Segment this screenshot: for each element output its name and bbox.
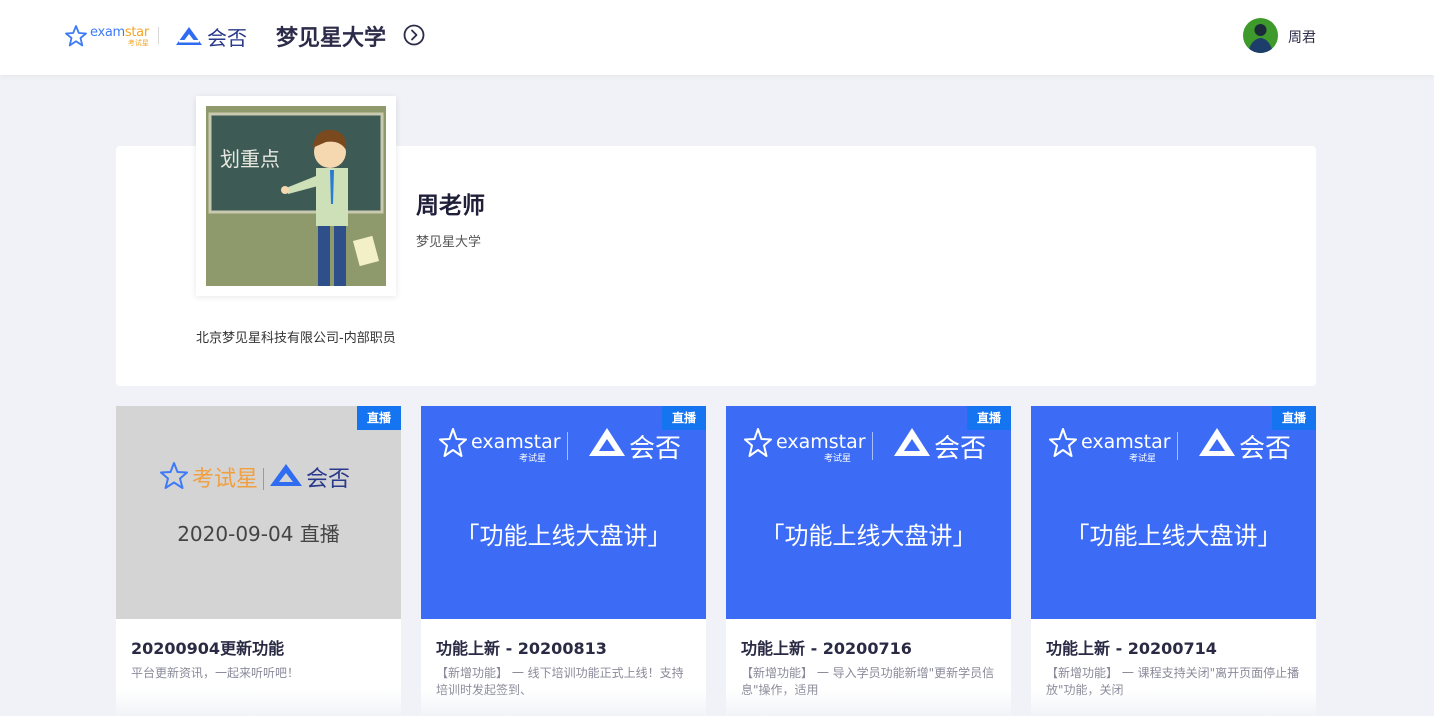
thumb-brand-logos: 考试星 会否	[160, 458, 360, 498]
thumb-headline: 「功能上线大盘讲」	[1065, 522, 1282, 550]
teacher-photo-frame: 划重点	[196, 96, 396, 296]
thumb-brand-en: examstar	[1081, 431, 1171, 453]
course-thumbnail[interactable]: examstar 考试星 会否 「功能上线大盘讲」	[1031, 406, 1316, 619]
thumb-brand-cn: 考试星	[824, 452, 851, 464]
thumb-partner: 会否	[629, 434, 681, 464]
course-description: 平台更新资讯，一起来听听吧！	[131, 666, 300, 680]
course-description: 【新增功能】 一 导入学员功能新增"更新学员信息"操作，适用	[741, 666, 995, 697]
course-title[interactable]: 功能上新 - 20200716	[741, 635, 912, 659]
live-badge: 直播	[967, 406, 1011, 430]
course-title[interactable]: 功能上新 - 20200714	[1046, 635, 1217, 659]
thumb-logos-graphic: 考试星 会否	[160, 462, 350, 492]
course-card[interactable]: examstar 考试星 会否 「功能上线大盘讲」 直播 功能上新 - 2020…	[421, 406, 706, 716]
thumb-headline: 「功能上线大盘讲」	[760, 522, 977, 550]
course-thumbnail[interactable]: 考试星 会否 2020-09-04 直播	[116, 406, 401, 619]
thumb-headline: 「功能上线大盘讲」	[455, 522, 672, 550]
thumb-partner: 会否	[306, 467, 350, 492]
huifou-logo[interactable]: 会否	[175, 22, 247, 50]
course-thumbnail[interactable]: examstar 考试星 会否 「功能上线大盘讲」	[421, 406, 706, 619]
university-title[interactable]: 梦见星大学	[276, 20, 386, 52]
teacher-organization: 梦见星大学	[416, 235, 482, 250]
thumb-partner: 会否	[934, 434, 986, 464]
chevron-right-circle-icon[interactable]	[403, 24, 425, 46]
thumb-partner: 会否	[1239, 434, 1291, 464]
thumb-brand-cn: 考试星	[519, 452, 546, 464]
logo-divider	[158, 27, 159, 44]
avatar[interactable]	[1243, 18, 1278, 53]
user-name[interactable]: 周君	[1288, 27, 1316, 47]
brand-en-part1: exam	[90, 24, 125, 40]
course-card[interactable]: examstar 考试星 会否 「功能上线大盘讲」 直播 功能上新 - 2020…	[1031, 406, 1316, 716]
live-badge: 直播	[1272, 406, 1316, 430]
thumb-brand-logos: examstar 考试星 会否	[1049, 428, 1291, 464]
course-title[interactable]: 20200904更新功能	[131, 635, 284, 659]
teacher-photo: 划重点	[206, 106, 386, 286]
thumb-brand-logos: examstar 考试星 会否	[744, 428, 986, 464]
brand-cn-small: 考试星	[127, 38, 149, 47]
thumb-brand-cn: 考试星	[1129, 452, 1156, 464]
course-description: 【新增功能】 一 线下培训功能正式上线！支持培训时发起签到、	[436, 666, 684, 697]
thumb-brand-en: examstar	[471, 431, 561, 453]
live-badge: 直播	[357, 406, 401, 430]
user-avatar-image	[1243, 18, 1278, 53]
course-thumbnail[interactable]: examstar 考试星 会否 「功能上线大盘讲」	[726, 406, 1011, 619]
teacher-description: 北京梦见星科技有限公司-内部职员	[196, 331, 396, 346]
thumb-brand-cn: 考试星	[192, 467, 258, 492]
brand-en-part2: star	[124, 24, 149, 40]
star-logo-icon	[65, 25, 87, 47]
partner-brand-text: 会否	[207, 25, 247, 50]
thumb-date-text: 2020-09-04 直播	[177, 522, 340, 546]
thumb-brand-logos: examstar 考试星 会否	[439, 428, 681, 464]
course-card[interactable]: 考试星 会否 2020-09-04 直播 直播 20200904更新功能 平台更…	[116, 406, 401, 716]
top-header: examstar 考试星 会否 梦见星大学 周君	[0, 0, 1434, 75]
teacher-name: 周老师	[416, 193, 485, 219]
triangle-logo-icon	[176, 27, 202, 45]
course-description: 【新增功能】 一 课程支持关闭"离开页面停止播放"功能，关闭	[1046, 666, 1300, 697]
examstar-logo[interactable]: examstar 考试星	[64, 22, 149, 50]
course-card[interactable]: examstar 考试星 会否 「功能上线大盘讲」 直播 功能上新 - 2020…	[726, 406, 1011, 716]
course-title[interactable]: 功能上新 - 20200813	[436, 635, 607, 659]
thumb-brand-en: examstar	[776, 431, 866, 453]
live-badge: 直播	[662, 406, 706, 430]
photo-board-text: 划重点	[220, 147, 280, 171]
